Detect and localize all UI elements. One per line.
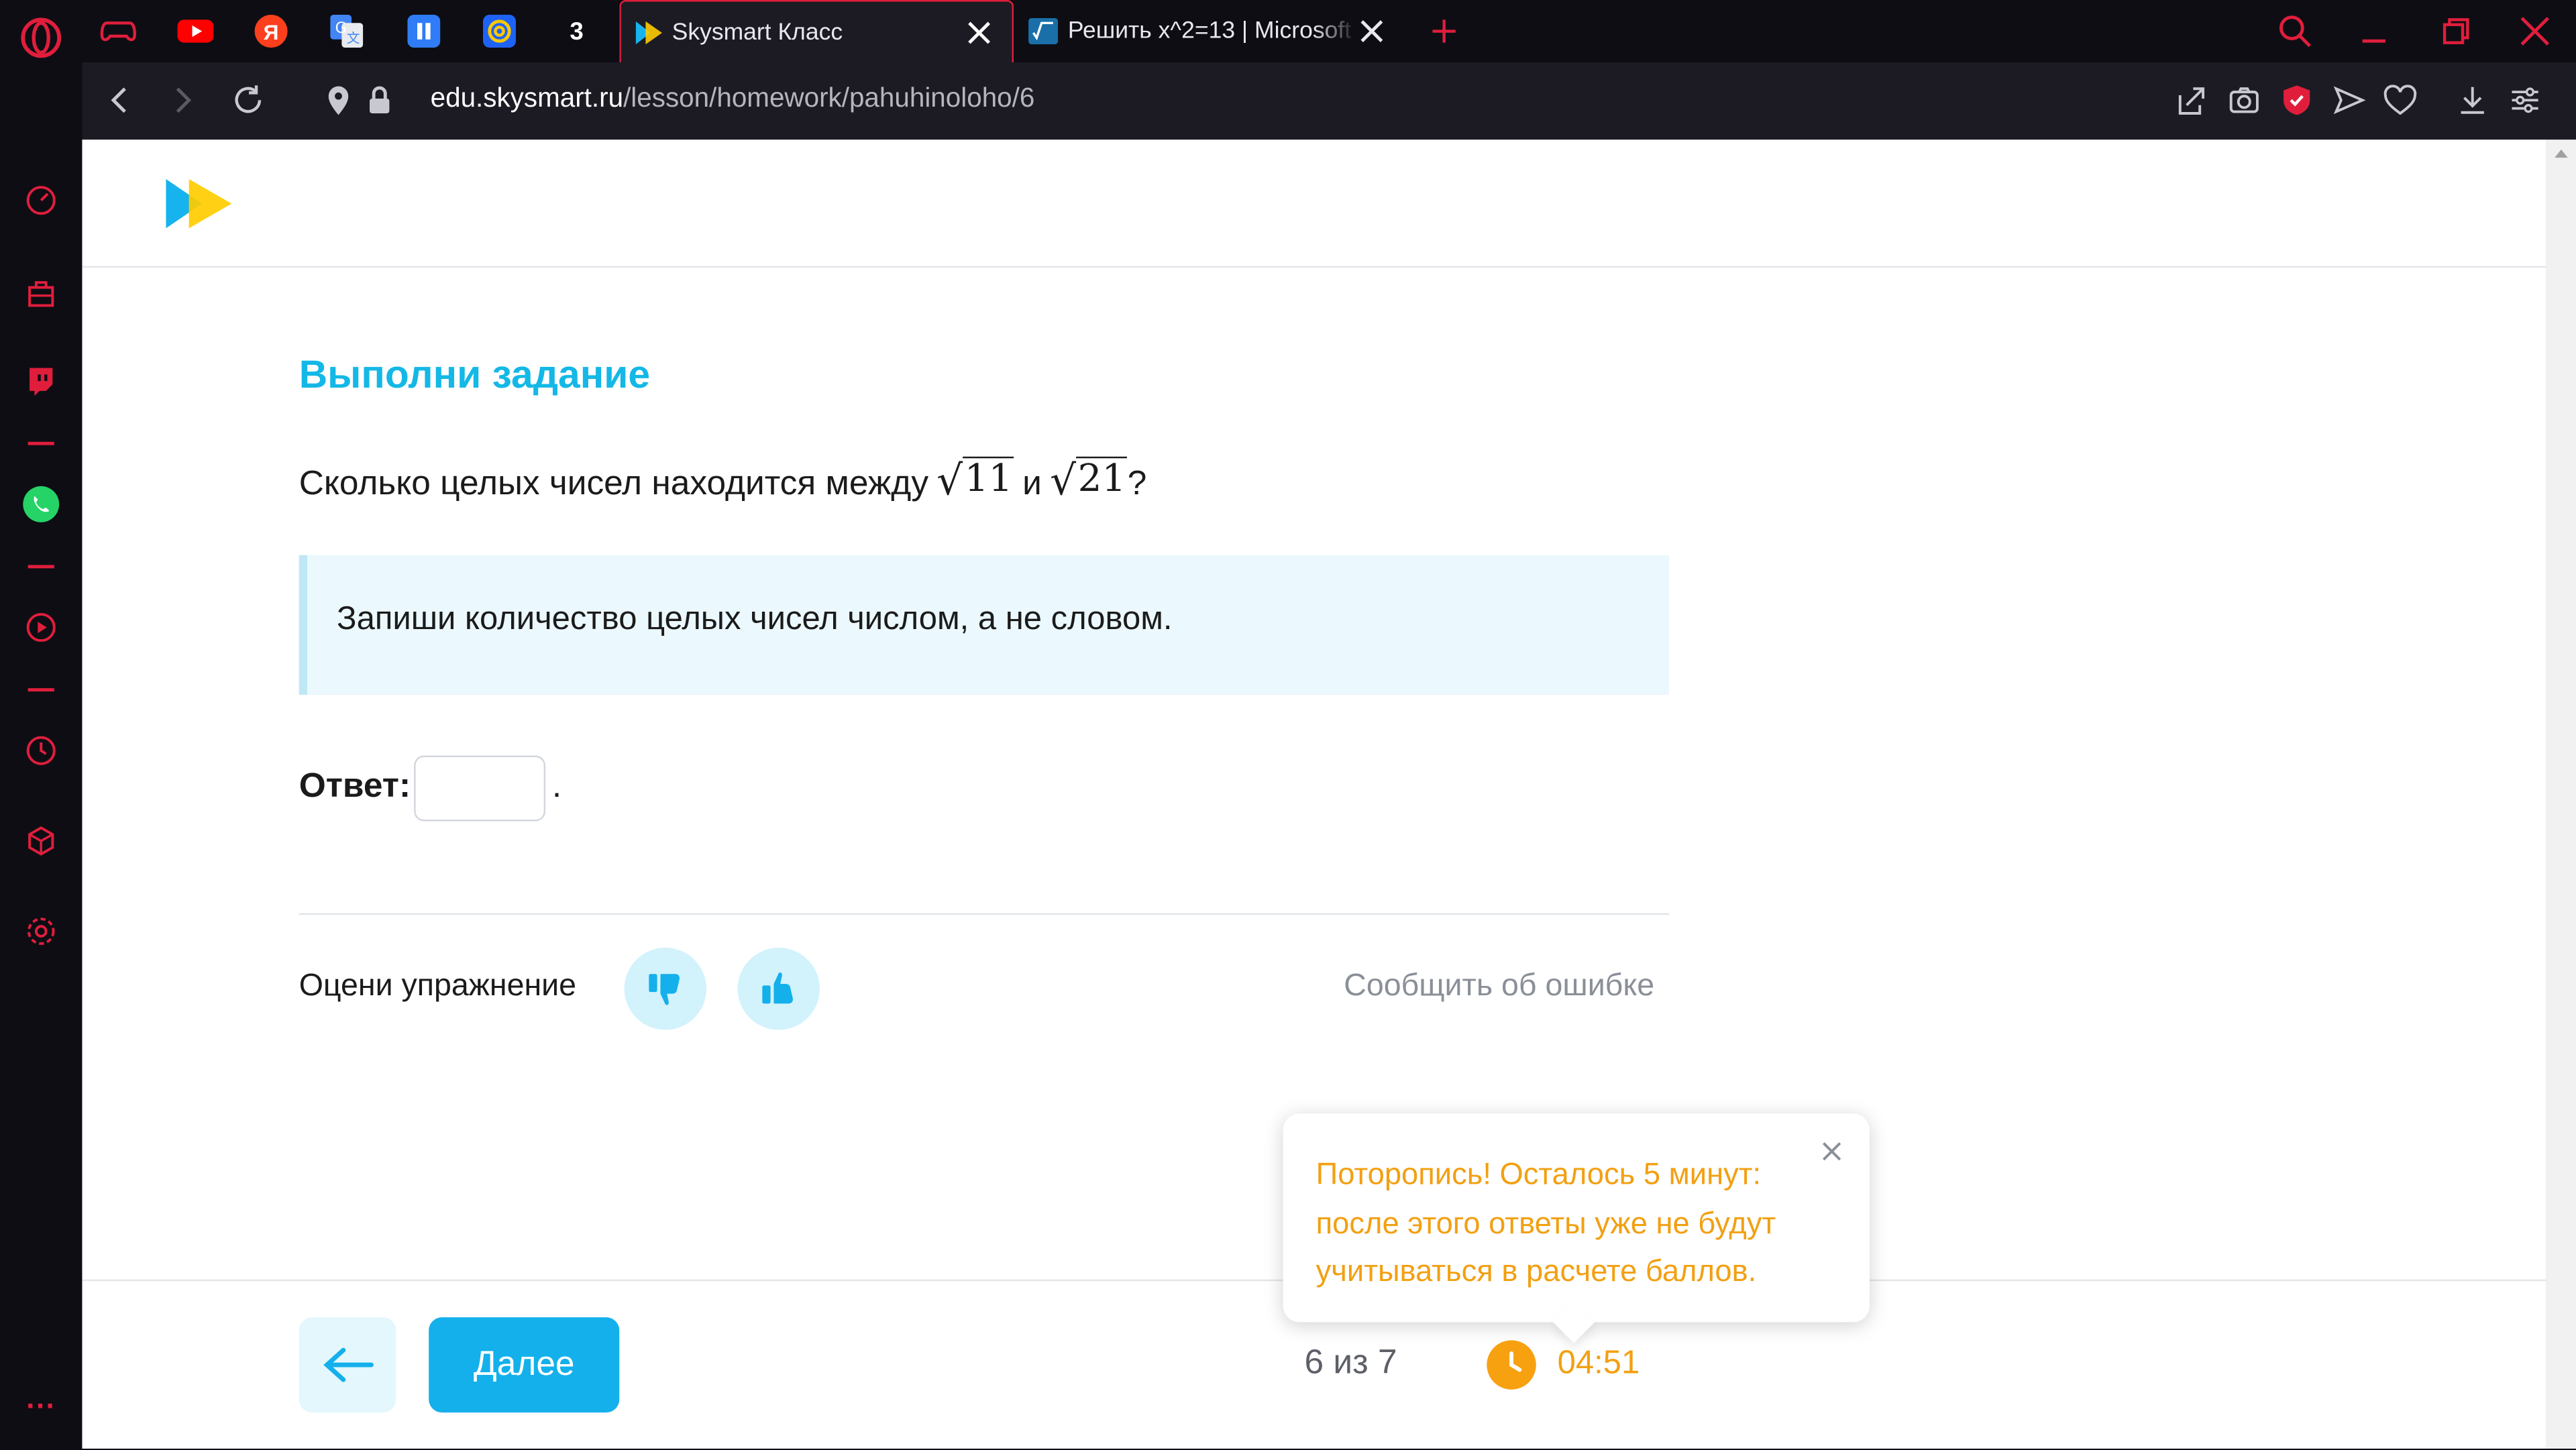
- report-error-link[interactable]: Сообщить об ошибке: [1344, 969, 1654, 1005]
- sqrt-expression-b: √ 21: [1050, 456, 1128, 504]
- sidebar-divider: [28, 565, 54, 569]
- hint-text: Запиши количество целых чисел числом, а …: [337, 601, 1173, 638]
- gamepad-icon[interactable]: [97, 10, 140, 53]
- url-field[interactable]: edu.skysmart.ru/lesson/homework/pahuhino…: [431, 84, 1035, 115]
- new-tab-icon[interactable]: [1430, 16, 1459, 46]
- url-host: edu.skysmart.ru: [430, 83, 624, 113]
- tab-title: Решить x^2=13 | Microsoft: [1067, 17, 1352, 45]
- opera-sidebar: ···: [0, 0, 83, 1449]
- svg-text:G: G: [335, 20, 347, 37]
- close-window-icon[interactable]: [2517, 13, 2553, 50]
- send-icon[interactable]: [2331, 82, 2367, 118]
- radicand-b: 21: [1076, 456, 1128, 501]
- next-button[interactable]: Далее: [429, 1317, 620, 1413]
- speed-dial-icon[interactable]: [19, 179, 62, 222]
- clock-icon: [1487, 1340, 1536, 1390]
- player-icon[interactable]: [19, 606, 62, 649]
- restore-icon[interactable]: [2438, 13, 2474, 50]
- thumbs-up-icon: [762, 972, 793, 1004]
- search-tabs-icon[interactable]: [2277, 13, 2313, 50]
- question-prefix: Сколько целых чисел находится между: [299, 465, 929, 503]
- easy-setup-icon[interactable]: [2507, 82, 2543, 118]
- skysmart-favicon-icon: [635, 20, 662, 44]
- minimize-icon[interactable]: [2356, 13, 2392, 50]
- download-icon[interactable]: [2455, 82, 2491, 118]
- time-warning-tooltip: Поторопись! Осталось 5 минут: после этог…: [1283, 1113, 1870, 1343]
- question-connector: и: [1022, 465, 1042, 503]
- tab-skysmart[interactable]: Skysmart Класс: [619, 0, 1014, 63]
- tab-microsoft-math[interactable]: Решить x^2=13 | Microsoft: [1018, 0, 1405, 62]
- rate-label: Оцени упражнение: [299, 968, 577, 1004]
- settings-icon[interactable]: [19, 910, 62, 953]
- sidebar-divider: [28, 441, 54, 445]
- question-text: Сколько целых чисел находится между √ 11 …: [299, 456, 1147, 504]
- svg-text:文: 文: [347, 31, 360, 46]
- close-tab-icon[interactable]: [963, 16, 996, 49]
- time-warning-text: Поторопись! Осталось 5 минут: после этог…: [1316, 1156, 1776, 1288]
- opera-logo-icon[interactable]: [19, 16, 62, 59]
- whatsapp-icon[interactable]: [19, 483, 62, 526]
- thumbs-down-icon: [649, 974, 680, 1005]
- task-title: Выполни задание: [299, 353, 651, 398]
- radicand-a: 11: [963, 456, 1014, 501]
- answer-input[interactable]: [414, 755, 546, 822]
- camera-icon[interactable]: [2226, 82, 2262, 118]
- progress-counter: 6 из 7: [1304, 1343, 1397, 1382]
- tab-strip: Я G文 3 Skysmart Класс Решить x^2=13 | Mi…: [82, 0, 2576, 63]
- pause-app-icon[interactable]: [402, 10, 445, 53]
- thumbs-up-button[interactable]: [737, 948, 820, 1030]
- browser-window: ··· Я G文 3 Skysmart Класс Решить x^2=13 …: [0, 0, 2576, 1449]
- location-pin-icon[interactable]: [321, 82, 357, 118]
- page-scrollbar[interactable]: [2546, 140, 2576, 1449]
- forward-nav-icon[interactable]: [164, 82, 201, 118]
- answer-suffix: .: [551, 767, 562, 805]
- web-page: Выполни задание Сколько целых чисел нахо…: [82, 140, 2546, 1449]
- sidebar-more-button[interactable]: ···: [19, 1384, 62, 1427]
- close-tab-icon[interactable]: [1355, 15, 1388, 48]
- share-icon[interactable]: [2174, 82, 2210, 118]
- hint-box: Запиши количество целых чисел числом, а …: [299, 555, 1670, 695]
- skysmart-logo-icon[interactable]: [166, 178, 232, 229]
- address-bar: edu.skysmart.ru/lesson/homework/pahuhino…: [82, 62, 2576, 140]
- close-tooltip-icon[interactable]: [1819, 1138, 1845, 1164]
- site-header: [82, 140, 2546, 268]
- reload-icon[interactable]: [230, 82, 266, 118]
- back-nav-icon[interactable]: [102, 82, 138, 118]
- twitch-icon[interactable]: [19, 359, 62, 402]
- sqrt-expression-a: √ 11: [936, 456, 1014, 504]
- question-suffix: ?: [1127, 465, 1147, 503]
- yandex-icon[interactable]: Я: [250, 10, 292, 53]
- tab-title: Skysmart Класс: [672, 19, 843, 46]
- back-button[interactable]: [299, 1317, 396, 1413]
- scroll-up-icon[interactable]: [2553, 146, 2569, 160]
- google-translate-icon[interactable]: G文: [325, 10, 368, 53]
- sidebar-divider: [28, 688, 54, 692]
- url-path: /lesson/homework/pahuhinoloho/6: [623, 83, 1035, 113]
- heart-icon[interactable]: [2382, 82, 2418, 118]
- answer-label: Ответ:: [299, 767, 411, 805]
- thumbs-down-button[interactable]: [624, 948, 707, 1030]
- section-divider: [299, 913, 1670, 915]
- shopping-bag-icon[interactable]: [19, 271, 62, 314]
- math-solver-favicon-icon: [1028, 17, 1059, 45]
- number-app-icon[interactable]: 3: [555, 10, 598, 53]
- extensions-icon[interactable]: [19, 820, 62, 862]
- countdown-timer: 04:51: [1557, 1345, 1640, 1382]
- mail-at-icon[interactable]: [478, 10, 521, 53]
- youtube-icon[interactable]: [174, 10, 217, 53]
- adblock-shield-icon[interactable]: [2279, 82, 2315, 118]
- arrow-left-icon: [322, 1347, 373, 1382]
- history-icon[interactable]: [19, 729, 62, 772]
- lock-icon[interactable]: [362, 82, 398, 118]
- yandex-letter: Я: [254, 15, 288, 48]
